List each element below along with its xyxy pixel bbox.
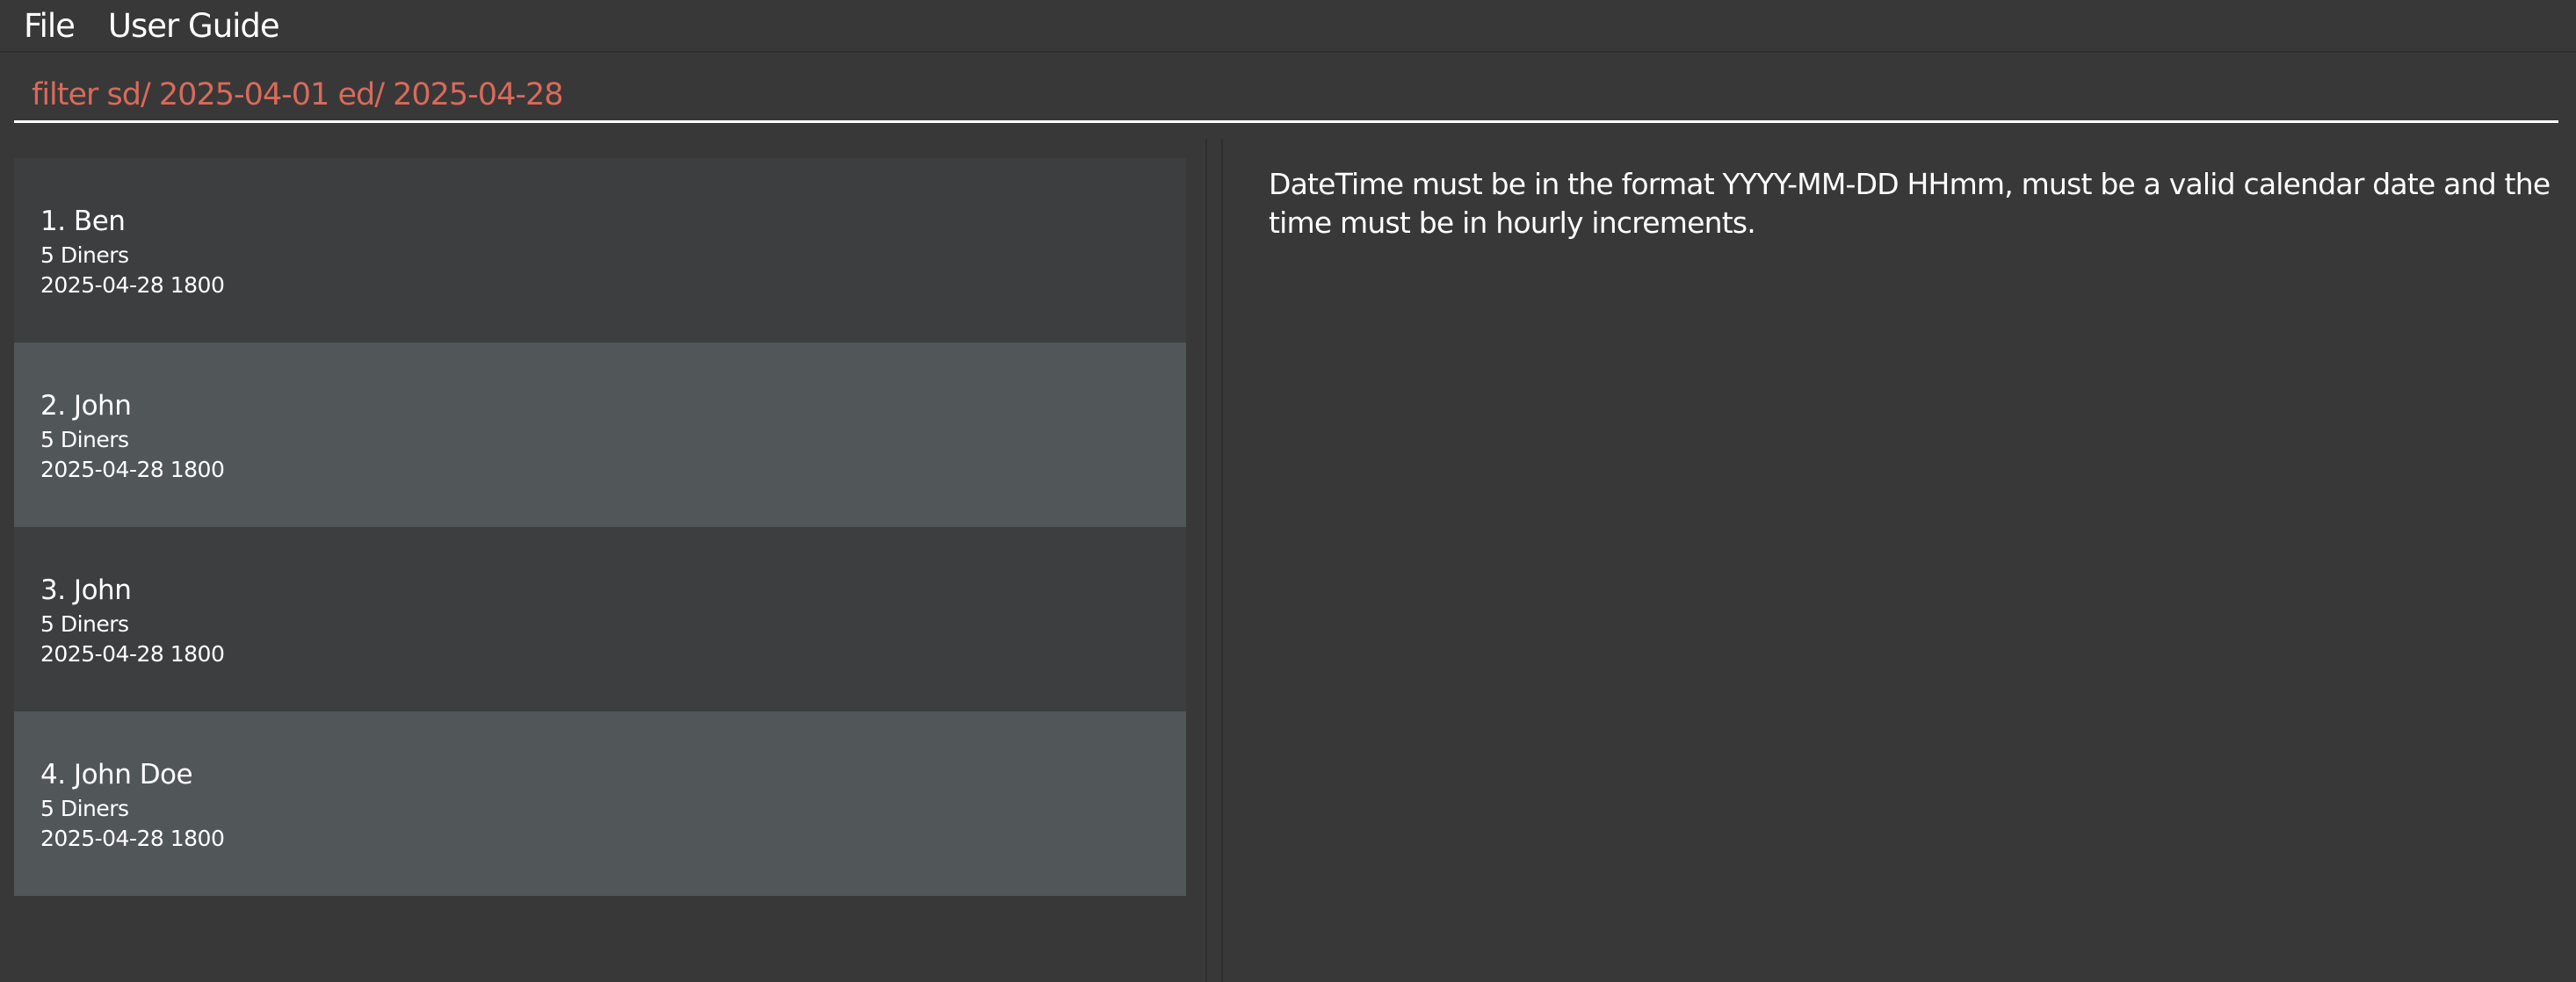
reservation-datetime: 2025-04-28 1800	[40, 826, 225, 851]
reservation-card[interactable]: 2. John 5 Diners 2025-04-28 1800	[14, 343, 1186, 527]
reservation-datetime: 2025-04-28 1800	[40, 641, 225, 667]
reservation-diners: 5 Diners	[40, 242, 129, 268]
reservation-card[interactable]: 3. John 5 Diners 2025-04-28 1800	[14, 527, 1186, 711]
reservation-name: 3. John	[40, 574, 132, 606]
reservation-diners: 5 Diners	[40, 796, 129, 821]
result-display-panel: DateTime must be in the format YYYY-MM-D…	[1223, 139, 2576, 982]
reservation-datetime: 2025-04-28 1800	[40, 457, 225, 482]
command-box	[0, 54, 2576, 139]
reservation-list-panel[interactable]: 1. Ben 5 Diners 2025-04-28 1800 2. John …	[0, 139, 1205, 982]
menu-bar: File User Guide	[0, 0, 2576, 53]
command-input[interactable]	[14, 69, 2558, 123]
reservation-card[interactable]: 1. Ben 5 Diners 2025-04-28 1800	[14, 158, 1186, 343]
menu-file[interactable]: File	[24, 7, 108, 45]
reservation-datetime: 2025-04-28 1800	[40, 272, 225, 298]
result-message: DateTime must be in the format YYYY-MM-D…	[1269, 167, 2551, 240]
reservation-diners: 5 Diners	[40, 427, 129, 452]
reservation-name: 1. Ben	[40, 206, 126, 237]
menu-user-guide[interactable]: User Guide	[108, 7, 297, 45]
reservation-name: 2. John	[40, 390, 132, 422]
reservation-diners: 5 Diners	[40, 611, 129, 637]
reservation-card[interactable]: 4. John Doe 5 Diners 2025-04-28 1800	[14, 711, 1186, 896]
split-pane-divider[interactable]	[1205, 139, 1223, 982]
reservation-name: 4. John Doe	[40, 759, 193, 791]
